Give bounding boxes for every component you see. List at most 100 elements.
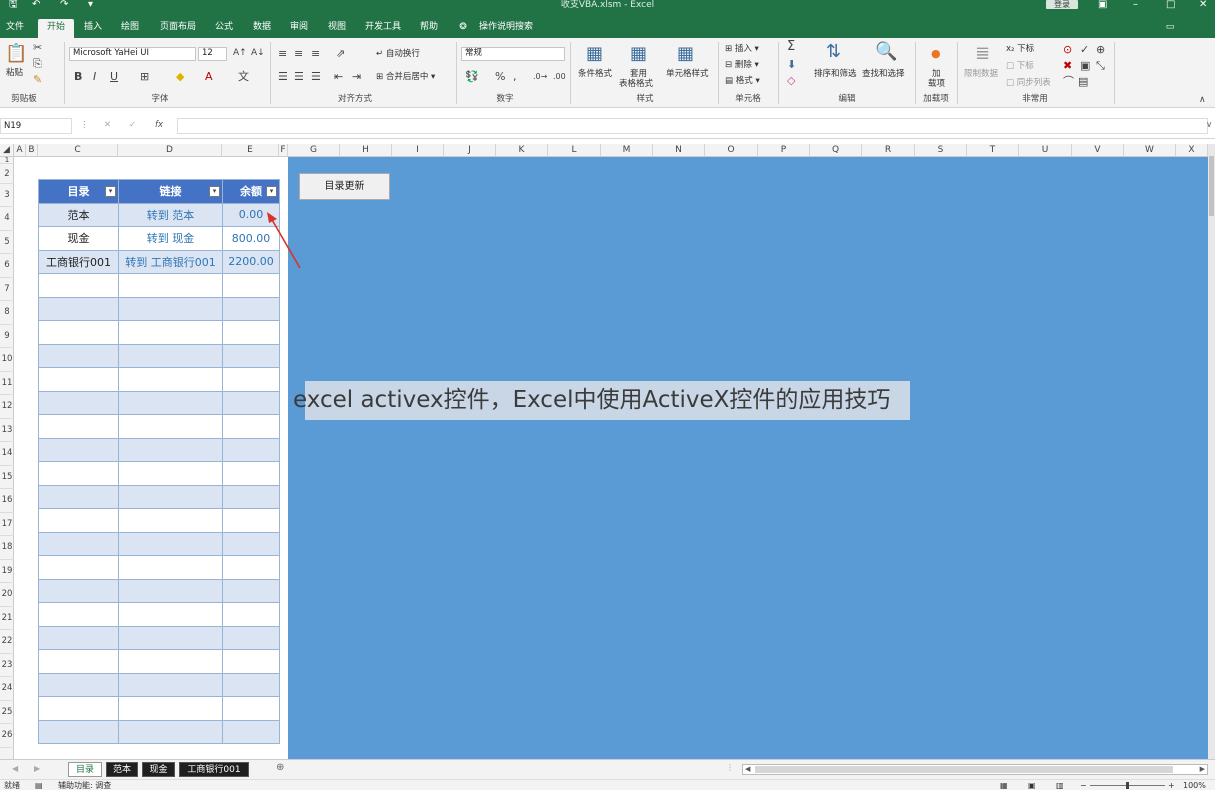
- copy-icon[interactable]: ⎘: [33, 58, 42, 70]
- phonetic-icon[interactable]: 文: [238, 71, 249, 83]
- cell-link[interactable]: 转到 现金: [118, 226, 223, 251]
- conditional-format-icon[interactable]: ▦: [586, 44, 603, 64]
- row-header-4[interactable]: 4: [0, 207, 14, 231]
- cell-empty[interactable]: [118, 719, 223, 744]
- row-header-17[interactable]: 17: [0, 513, 14, 536]
- new-sheet-icon[interactable]: ⊕: [276, 763, 284, 773]
- cell-empty[interactable]: [118, 461, 223, 486]
- cell-link[interactable]: 转到 工商银行001: [118, 249, 223, 274]
- row-header-22[interactable]: 22: [0, 630, 14, 654]
- subscript-button[interactable]: x₂ 下标: [1006, 44, 1034, 55]
- insert-cells-button[interactable]: ⊞ 插入 ▾: [725, 44, 759, 55]
- tell-me-search[interactable]: 操作说明搜索: [474, 19, 538, 38]
- cell-empty[interactable]: [38, 484, 119, 509]
- format-painter-icon[interactable]: ✎: [33, 74, 42, 86]
- underline-button[interactable]: U: [110, 71, 118, 83]
- vertical-scrollbar[interactable]: [1208, 144, 1215, 759]
- horizontal-scroll-thumb[interactable]: [755, 766, 1173, 773]
- form-icon[interactable]: ▤: [1078, 76, 1088, 88]
- row-header-3[interactable]: 3: [0, 184, 14, 207]
- cell-empty[interactable]: [38, 649, 119, 674]
- column-header-j[interactable]: J: [444, 144, 496, 157]
- pivot-icon[interactable]: ▣: [1080, 60, 1090, 72]
- merge-center-button[interactable]: ⊞ 合并后居中 ▾: [376, 72, 435, 83]
- cell-empty[interactable]: [38, 555, 119, 580]
- maximize-icon[interactable]: □: [1166, 0, 1175, 10]
- row-header-2[interactable]: 2: [0, 164, 14, 184]
- table-header-name[interactable]: 目录 ▾: [38, 179, 119, 204]
- row-header-25[interactable]: 25: [0, 701, 14, 724]
- format-cells-button[interactable]: ▤ 格式 ▾: [725, 76, 760, 87]
- sort-filter-icon[interactable]: ⇅: [826, 42, 841, 62]
- borders-icon[interactable]: ⊞: [140, 71, 149, 83]
- update-directory-button[interactable]: 目录更新: [299, 173, 390, 200]
- cell-styles-icon[interactable]: ▦: [677, 44, 694, 64]
- tab-file[interactable]: 文件: [2, 19, 28, 38]
- increase-indent-icon[interactable]: ⇥: [352, 71, 361, 83]
- tab-data[interactable]: 数据: [247, 19, 277, 38]
- wrap-text-button[interactable]: ↵ 自动换行: [376, 49, 420, 60]
- conditional-format-label[interactable]: 条件格式: [578, 69, 612, 80]
- column-header-m[interactable]: M: [601, 144, 653, 157]
- tab-developer[interactable]: 开发工具: [360, 19, 406, 38]
- filter-dropdown-icon[interactable]: ▾: [105, 186, 116, 197]
- column-header-k[interactable]: K: [496, 144, 548, 157]
- align-top-icon[interactable]: ≡: [278, 48, 287, 60]
- column-header-d[interactable]: D: [118, 144, 222, 157]
- filter-dropdown-icon[interactable]: ▾: [266, 186, 277, 197]
- row-header-11[interactable]: 11: [0, 372, 14, 395]
- cell-empty[interactable]: [38, 273, 119, 298]
- cell-empty[interactable]: [222, 531, 280, 556]
- paste-icon[interactable]: 📋: [5, 44, 27, 64]
- grow-font-icon[interactable]: A↑: [233, 47, 247, 59]
- align-right-icon[interactable]: ☰: [311, 71, 321, 83]
- cell-empty[interactable]: [38, 625, 119, 650]
- column-header-i[interactable]: I: [392, 144, 444, 157]
- expand-formula-icon[interactable]: ∨: [1206, 120, 1212, 131]
- confirm-entry-icon[interactable]: ✓: [129, 120, 136, 131]
- restrict-data-icon[interactable]: ≣: [975, 44, 990, 64]
- tab-formulas[interactable]: 公式: [209, 19, 239, 38]
- align-left-icon[interactable]: ☰: [278, 71, 288, 83]
- sheet-tab-template[interactable]: 范本: [106, 762, 138, 777]
- cell-empty[interactable]: [222, 343, 280, 368]
- scroll-left-icon[interactable]: ◀: [745, 765, 750, 774]
- cell-empty[interactable]: [118, 367, 223, 392]
- cell-empty[interactable]: [118, 437, 223, 462]
- table-format-icon[interactable]: ▦: [630, 44, 647, 64]
- cell-styles-label[interactable]: 单元格样式: [666, 69, 709, 80]
- delete-cells-button[interactable]: ⊟ 删除 ▾: [725, 60, 759, 71]
- formula-input[interactable]: [177, 118, 1208, 134]
- arrows-icon[interactable]: ⤡: [1096, 60, 1105, 72]
- row-header-13[interactable]: 13: [0, 419, 14, 442]
- cell-empty[interactable]: [222, 672, 280, 697]
- font-color-icon[interactable]: A: [205, 71, 213, 83]
- column-header-q[interactable]: Q: [810, 144, 862, 157]
- cell-empty[interactable]: [38, 508, 119, 533]
- curve-icon[interactable]: ⌒: [1063, 76, 1074, 88]
- cell-empty[interactable]: [38, 437, 119, 462]
- cell-empty[interactable]: [38, 320, 119, 345]
- cell-name[interactable]: 工商银行001: [38, 249, 119, 274]
- row-header-24[interactable]: 24: [0, 677, 14, 701]
- paste-label[interactable]: 粘贴: [6, 68, 23, 79]
- cell-empty[interactable]: [38, 672, 119, 697]
- column-header-l[interactable]: L: [548, 144, 601, 157]
- spell-icon[interactable]: ✓: [1080, 44, 1089, 56]
- sync-list-button[interactable]: □ 同步列表: [1006, 78, 1051, 89]
- sheet-tab-icbc001[interactable]: 工商银行001: [179, 762, 249, 777]
- addins-label-2[interactable]: 载项: [928, 79, 945, 90]
- row-header-14[interactable]: 14: [0, 442, 14, 466]
- insert-function-icon[interactable]: fx: [155, 120, 163, 131]
- cell-empty[interactable]: [38, 696, 119, 721]
- clear-icon[interactable]: ◇: [787, 75, 795, 87]
- column-header-p[interactable]: P: [758, 144, 810, 157]
- column-header-h[interactable]: H: [340, 144, 392, 157]
- cell-empty[interactable]: [222, 602, 280, 627]
- fill-icon[interactable]: ⬇: [787, 59, 796, 71]
- zoom-icon[interactable]: ⊕: [1096, 44, 1105, 56]
- cell-empty[interactable]: [222, 555, 280, 580]
- row-header-15[interactable]: 15: [0, 466, 14, 489]
- align-middle-icon[interactable]: ≡: [294, 48, 303, 60]
- row-header-7[interactable]: 7: [0, 278, 14, 301]
